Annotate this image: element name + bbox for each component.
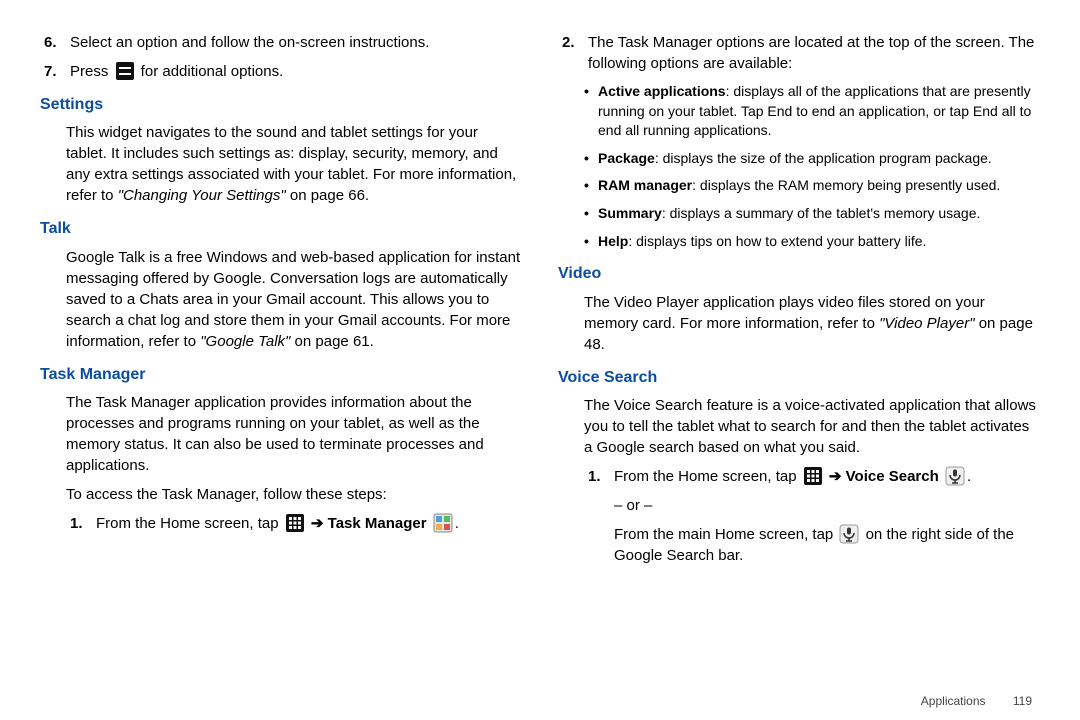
vs-step-1: 1. From the Home screen, tap ➔ Voice Sea… [584, 466, 1040, 566]
list-item: Help: displays tips on how to extend you… [584, 232, 1040, 252]
heading-video: Video [558, 263, 1040, 285]
arrow: ➔ [307, 515, 328, 532]
list-item: Summary: displays a summary of the table… [584, 204, 1040, 224]
left-column: 6. Select an option and follow the on-sc… [40, 32, 522, 574]
heading-talk: Talk [40, 218, 522, 240]
option-name: Summary [598, 205, 662, 221]
list-item: Active applications: displays all of the… [584, 82, 1040, 141]
text: on page 61. [290, 333, 373, 350]
paragraph-settings: This widget navigates to the sound and t… [66, 122, 522, 206]
option-desc: : displays the RAM memory being presentl… [692, 177, 1000, 193]
step-number: 2. [558, 32, 588, 53]
microphone-icon [839, 524, 859, 544]
step-text: Press for additional options. [70, 61, 522, 82]
step-6: 6. Select an option and follow the on-sc… [40, 32, 522, 53]
option-name: Active applications [598, 83, 726, 99]
option-desc: : displays the size of the application p… [655, 150, 992, 166]
text: for additional options. [137, 63, 284, 80]
step-number: 7. [40, 61, 70, 82]
step-2: 2. The Task Manager options are located … [558, 32, 1040, 74]
text: . [967, 468, 971, 485]
text: From the main Home screen, tap [614, 526, 837, 543]
paragraph-talk: Google Talk is a free Windows and web-ba… [66, 247, 522, 352]
option-desc: : displays a summary of the tablet's mem… [662, 205, 981, 221]
option-name: RAM manager [598, 177, 692, 193]
step-7: 7. Press for additional options. [40, 61, 522, 82]
list-item: RAM manager: displays the RAM memory bei… [584, 176, 1040, 196]
step-number: 1. [66, 513, 96, 534]
option-name: Package [598, 150, 655, 166]
menu-icon [115, 61, 135, 81]
text: Press [70, 63, 113, 80]
text: Voice Search [846, 468, 939, 485]
reference: "Video Player" [879, 315, 974, 332]
heading-task-manager: Task Manager [40, 364, 522, 386]
text: Task Manager [328, 515, 427, 532]
step-number: 1. [584, 466, 614, 487]
tm-step-1: 1. From the Home screen, tap ➔ Task Mana… [66, 513, 522, 534]
footer-section: Applications [921, 694, 986, 708]
option-name: Help [598, 233, 628, 249]
reference: "Changing Your Settings" [118, 187, 286, 204]
reference: "Google Talk" [200, 333, 290, 350]
paragraph-task-manager-2: To access the Task Manager, follow these… [66, 484, 522, 505]
list-item: Package: displays the size of the applic… [584, 149, 1040, 169]
page-number: 119 [1013, 694, 1032, 708]
task-manager-app-icon [433, 513, 453, 533]
heading-settings: Settings [40, 94, 522, 116]
step-text: Select an option and follow the on-scree… [70, 32, 522, 53]
vs-alternative: From the main Home screen, tap on the ri… [614, 524, 1040, 566]
text: From the Home screen, tap [96, 515, 283, 532]
options-list: Active applications: displays all of the… [584, 82, 1040, 251]
step-text: The Task Manager options are located at … [588, 32, 1040, 74]
heading-voice-search: Voice Search [558, 367, 1040, 389]
microphone-icon [945, 466, 965, 486]
arrow: ➔ [825, 468, 846, 485]
paragraph-voice-search: The Voice Search feature is a voice-acti… [584, 395, 1040, 458]
or-separator: – or – [614, 495, 1040, 516]
step-text: From the Home screen, tap ➔ Voice Search… [614, 466, 1040, 566]
page-footer: Applications 119 [921, 693, 1032, 710]
apps-grid-icon [803, 466, 823, 486]
text: . [455, 515, 459, 532]
paragraph-video: The Video Player application plays video… [584, 292, 1040, 355]
apps-grid-icon [285, 513, 305, 533]
step-number: 6. [40, 32, 70, 53]
option-desc: : displays tips on how to extend your ba… [628, 233, 926, 249]
right-column: 2. The Task Manager options are located … [558, 32, 1040, 574]
paragraph-task-manager-1: The Task Manager application provides in… [66, 392, 522, 476]
text: From the Home screen, tap [614, 468, 801, 485]
page: 6. Select an option and follow the on-sc… [0, 0, 1080, 622]
text: on page 66. [286, 187, 369, 204]
step-text: From the Home screen, tap ➔ Task Manager… [96, 513, 522, 534]
